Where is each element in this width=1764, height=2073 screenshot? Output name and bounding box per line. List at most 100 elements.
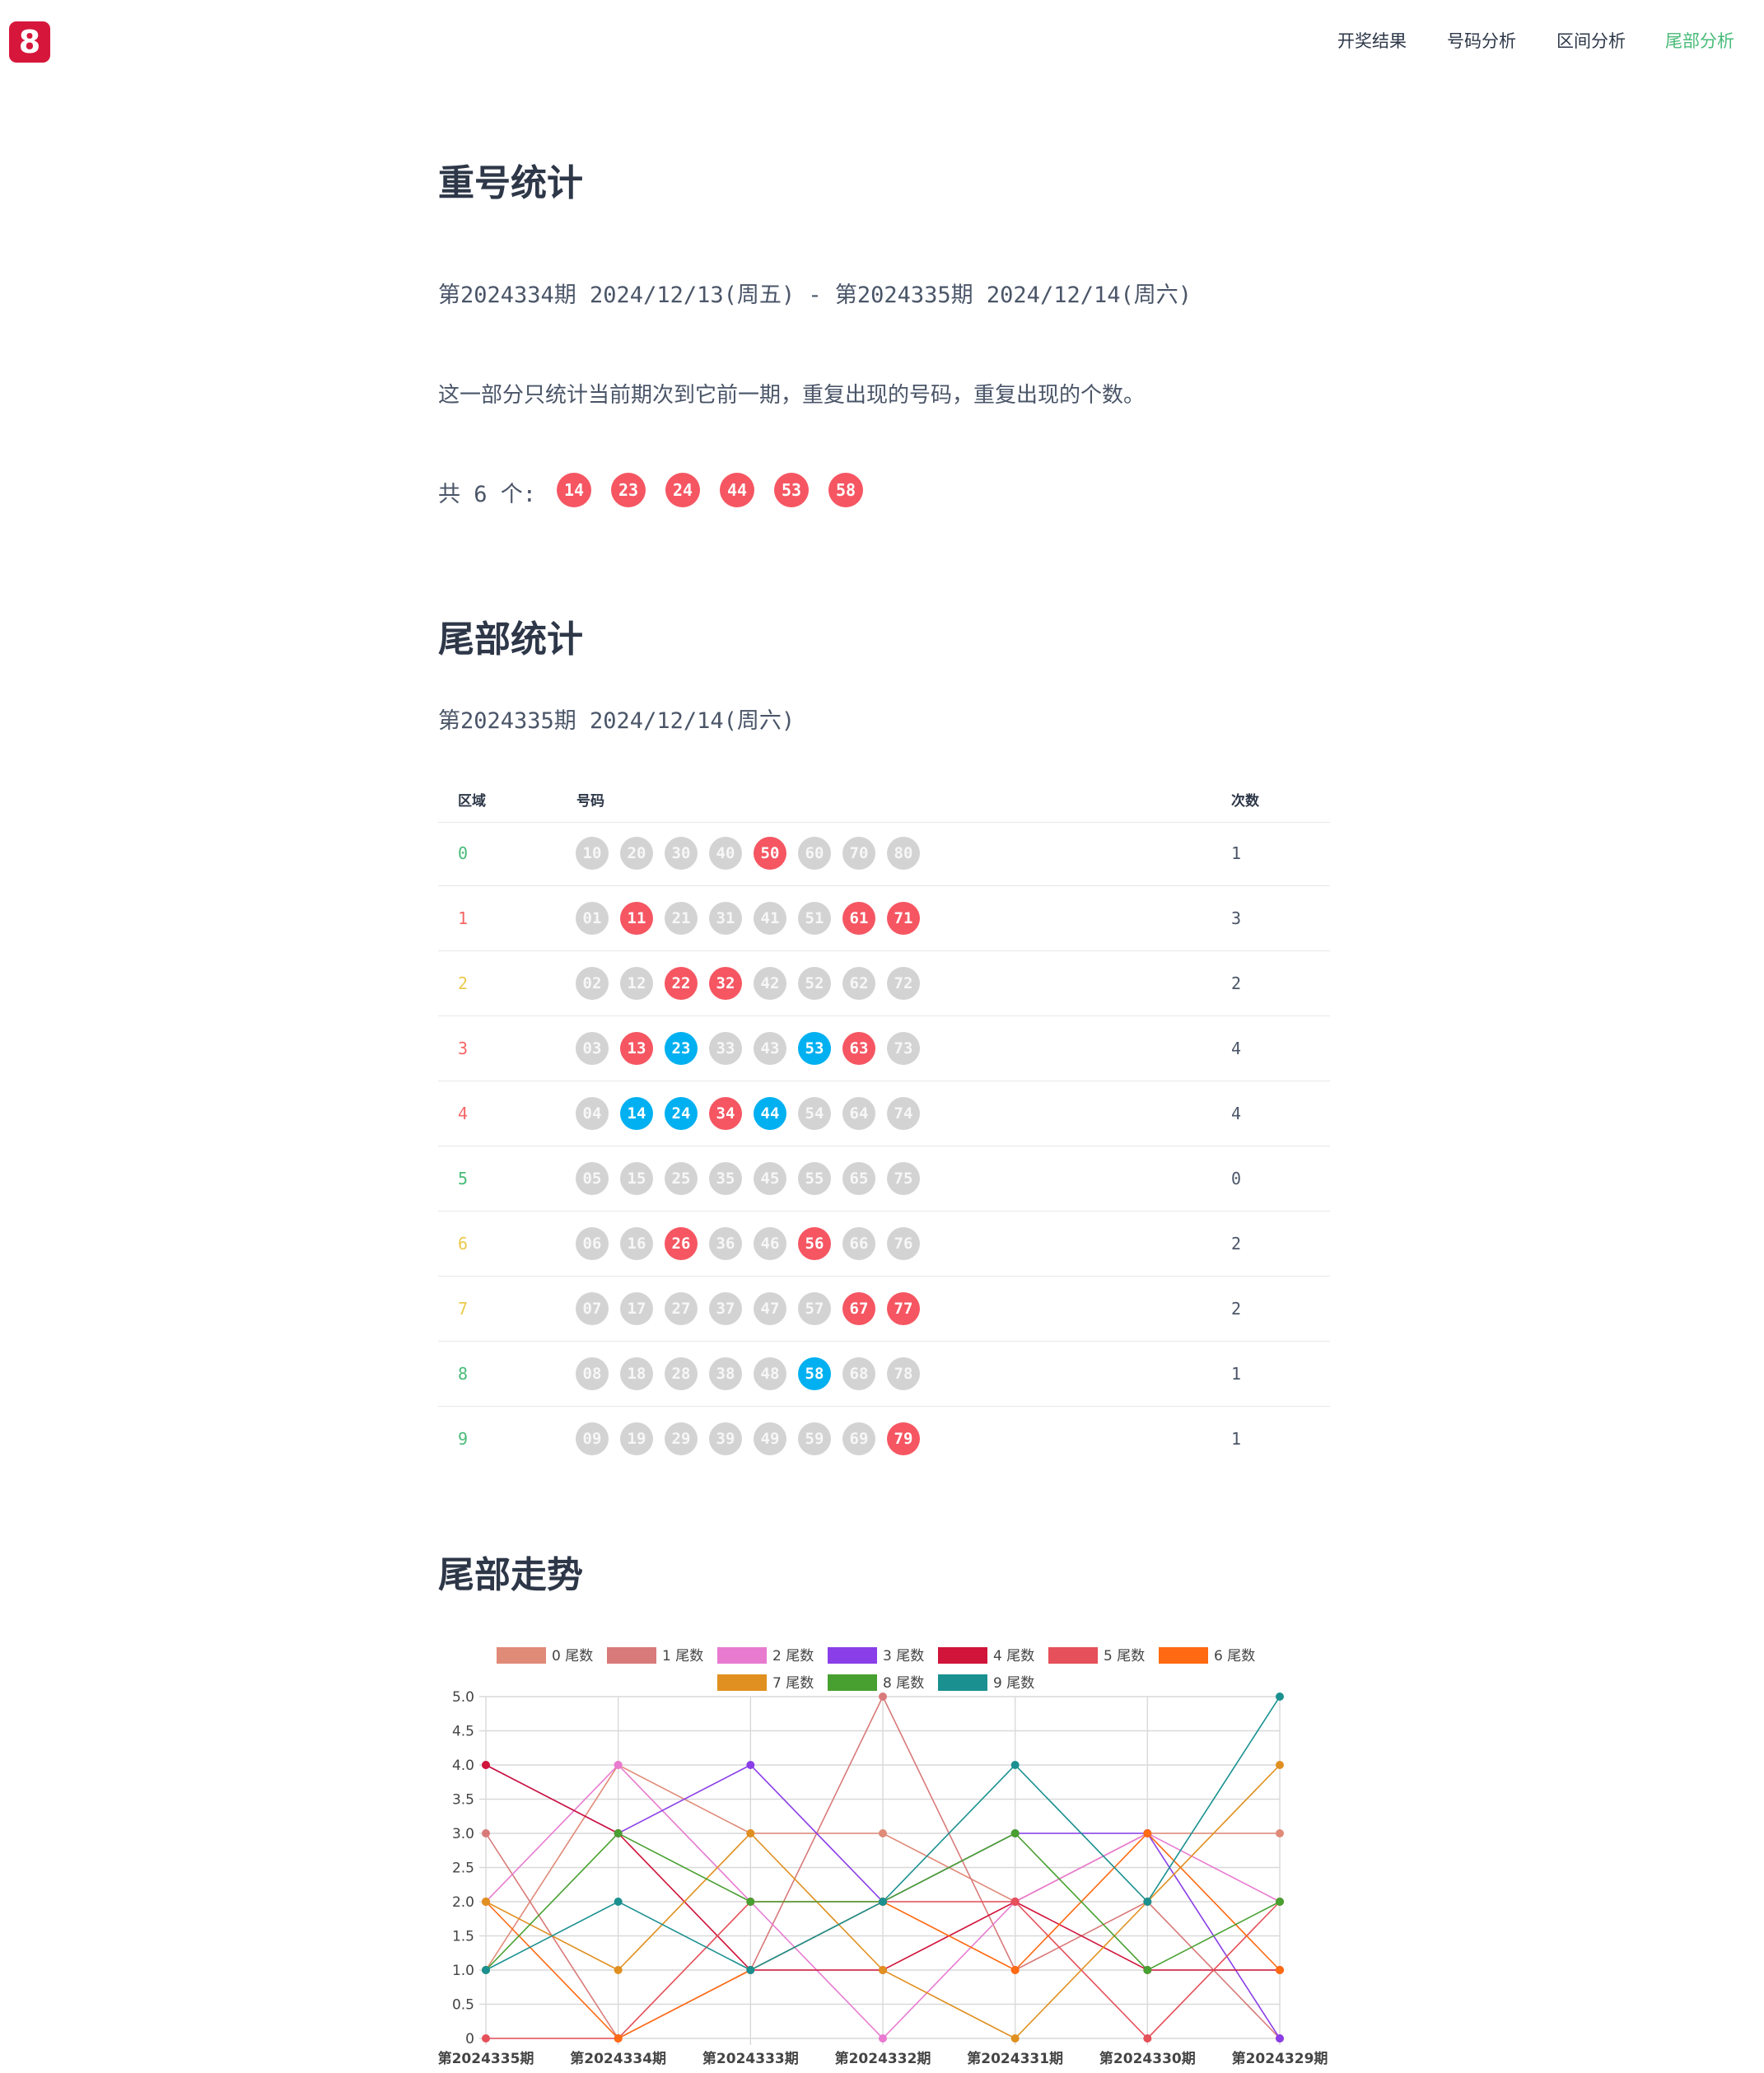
y-tick-label: 4.5: [452, 1724, 474, 1740]
nav-item-results[interactable]: 开奖结果: [1337, 28, 1407, 53]
number-ball: 68: [842, 1357, 875, 1390]
data-point: [1143, 1829, 1152, 1837]
number-ball: 71: [887, 902, 920, 935]
count-value: 2: [1231, 973, 1242, 993]
legend-swatch: [938, 1647, 987, 1664]
data-point: [1143, 2034, 1152, 2043]
data-point: [482, 1898, 490, 1906]
number-ball: 26: [665, 1227, 698, 1260]
legend-swatch: [717, 1674, 767, 1691]
nav-item-tail-analysis[interactable]: 尾部分析: [1665, 28, 1734, 53]
number-ball: 13: [620, 1032, 653, 1065]
zone-label: 8: [458, 1364, 469, 1384]
data-point: [614, 2034, 623, 2043]
number-ball: 62: [842, 967, 875, 1000]
data-point: [614, 1966, 623, 1974]
number-ball: 25: [665, 1162, 698, 1195]
number-ball: 24: [665, 1097, 698, 1130]
count-value: 0: [1231, 1169, 1242, 1188]
number-ball: 37: [709, 1292, 742, 1325]
column-header-zone: 区域: [458, 793, 486, 810]
nav-item-number-analysis[interactable]: 号码分析: [1447, 28, 1516, 53]
number-ball: 51: [798, 902, 831, 935]
data-point: [1276, 1692, 1284, 1701]
number-ball: 08: [576, 1357, 609, 1390]
y-tick-label: 4.0: [452, 1758, 474, 1774]
number-ball: 41: [754, 902, 786, 935]
data-point: [1276, 1829, 1284, 1837]
number-ball: 45: [754, 1162, 786, 1195]
count-value: 1: [1231, 1364, 1242, 1384]
data-point: [746, 1966, 755, 1974]
data-point: [1276, 1898, 1284, 1906]
data-point: [879, 2034, 887, 2043]
number-ball: 70: [842, 837, 875, 870]
row-divider: [438, 1406, 1330, 1407]
number-ball: 04: [576, 1097, 609, 1130]
data-point: [482, 1829, 490, 1837]
legend-swatch: [938, 1674, 987, 1691]
number-ball: 49: [754, 1422, 786, 1455]
legend-label: 8 尾数: [883, 1675, 924, 1692]
zone-label: 6: [458, 1234, 469, 1254]
number-ball: 65: [842, 1162, 875, 1195]
legend-swatch: [1048, 1647, 1098, 1664]
number-ball: 02: [576, 967, 609, 1000]
y-tick-label: 1.0: [452, 1963, 474, 1979]
data-point: [879, 1966, 887, 1974]
legend-label: 0 尾数: [552, 1648, 593, 1664]
number-ball: 05: [576, 1162, 609, 1195]
data-point: [746, 1761, 755, 1769]
x-tick-label: 第2024334期: [570, 2050, 666, 2067]
x-tick-label: 第2024335期: [438, 2050, 534, 2067]
number-ball: 33: [709, 1032, 742, 1065]
number-ball: 15: [620, 1162, 653, 1195]
legend-label: 9 尾数: [993, 1675, 1034, 1692]
repeat-number-ball: 23: [611, 473, 646, 507]
count-value: 1: [1231, 1429, 1242, 1449]
number-ball: 63: [842, 1032, 875, 1065]
data-point: [614, 1898, 623, 1906]
row-divider: [438, 1276, 1330, 1277]
count-value: 3: [1231, 908, 1242, 928]
number-ball: 59: [798, 1422, 831, 1455]
data-point: [1143, 1898, 1152, 1906]
row-divider: [438, 950, 1330, 951]
number-ball: 58: [798, 1357, 831, 1390]
legend-swatch: [828, 1674, 877, 1691]
number-ball: 19: [620, 1422, 653, 1455]
count-value: 1: [1231, 843, 1242, 863]
number-ball: 56: [798, 1227, 831, 1260]
data-point: [482, 2034, 490, 2043]
row-divider: [438, 1211, 1330, 1212]
repeat-section-title: 重号统计: [438, 162, 583, 204]
number-ball: 47: [754, 1292, 786, 1325]
legend-swatch: [717, 1647, 767, 1664]
number-ball: 01: [576, 902, 609, 935]
number-ball: 30: [665, 837, 698, 870]
number-ball: 44: [754, 1097, 786, 1130]
number-ball: 50: [754, 837, 786, 870]
zone-label: 7: [458, 1299, 469, 1319]
legend-label: 2 尾数: [772, 1648, 814, 1664]
legend-label: 6 尾数: [1214, 1648, 1255, 1664]
data-point: [746, 1898, 755, 1906]
number-ball: 55: [798, 1162, 831, 1195]
number-ball: 21: [665, 902, 698, 935]
legend-swatch: [828, 1647, 877, 1664]
repeat-number-ball: 53: [774, 473, 809, 507]
number-ball: 10: [576, 837, 609, 870]
number-ball: 76: [887, 1227, 920, 1260]
repeat-number-ball: 58: [828, 473, 863, 507]
nav-item-interval-analysis[interactable]: 区间分析: [1556, 28, 1626, 53]
zone-label: 3: [458, 1039, 469, 1058]
zone-label: 1: [458, 908, 469, 928]
data-point: [879, 1829, 887, 1837]
logo[interactable]: 8: [9, 21, 50, 63]
number-ball: 06: [576, 1227, 609, 1260]
data-point: [1276, 2034, 1284, 2043]
y-tick-label: 3.5: [452, 1792, 474, 1809]
repeat-total-label: 共 6 个:: [438, 482, 537, 507]
number-ball: 74: [887, 1097, 920, 1130]
y-tick-label: 2.5: [452, 1861, 474, 1877]
